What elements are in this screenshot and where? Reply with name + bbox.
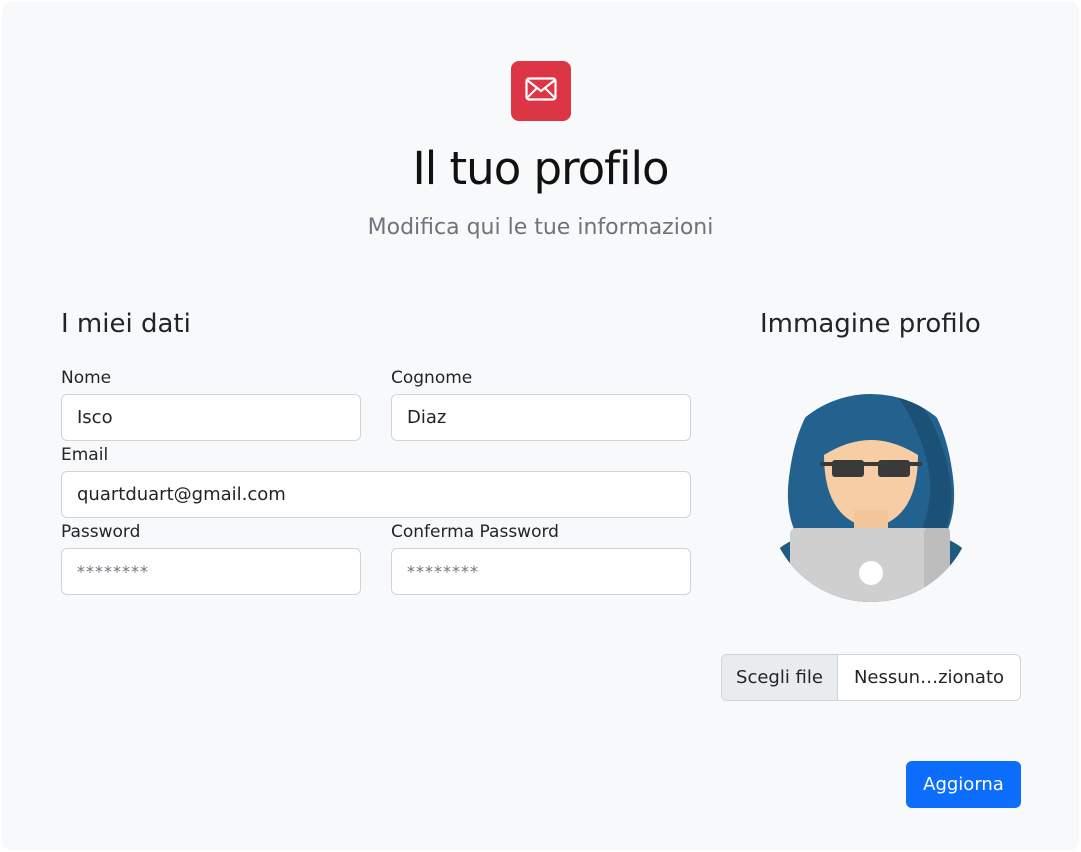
first-name-input[interactable]: Isco [61, 394, 361, 441]
confirm-password-input[interactable]: ******** [391, 548, 691, 595]
file-status: Nessun…zionato [853, 667, 1005, 688]
password-label: Password [61, 522, 141, 542]
last-name-label: Cognome [391, 368, 473, 388]
envelope-icon [525, 77, 557, 105]
section-title-personal-data: I miei dati [61, 309, 191, 339]
last-name-input[interactable]: Diaz [391, 394, 691, 441]
section-title-profile-image: Immagine profilo [760, 309, 981, 339]
logo [511, 61, 571, 121]
confirm-password-label: Conferma Password [391, 522, 559, 542]
email-input[interactable]: quartduart@gmail.com [61, 471, 691, 518]
password-input[interactable]: ******** [61, 548, 361, 595]
choose-file-button[interactable]: Scegli file [722, 655, 838, 700]
update-button[interactable]: Aggiorna [906, 761, 1021, 808]
profile-image-file-input[interactable]: Scegli file Nessun…zionato [721, 654, 1021, 701]
email-label: Email [61, 445, 109, 465]
page-subtitle: Modifica qui le tue informazioni [367, 215, 714, 240]
page-title: Il tuo profilo [412, 142, 669, 195]
hacker-avatar [764, 370, 978, 630]
first-name-label: Nome [61, 368, 112, 388]
